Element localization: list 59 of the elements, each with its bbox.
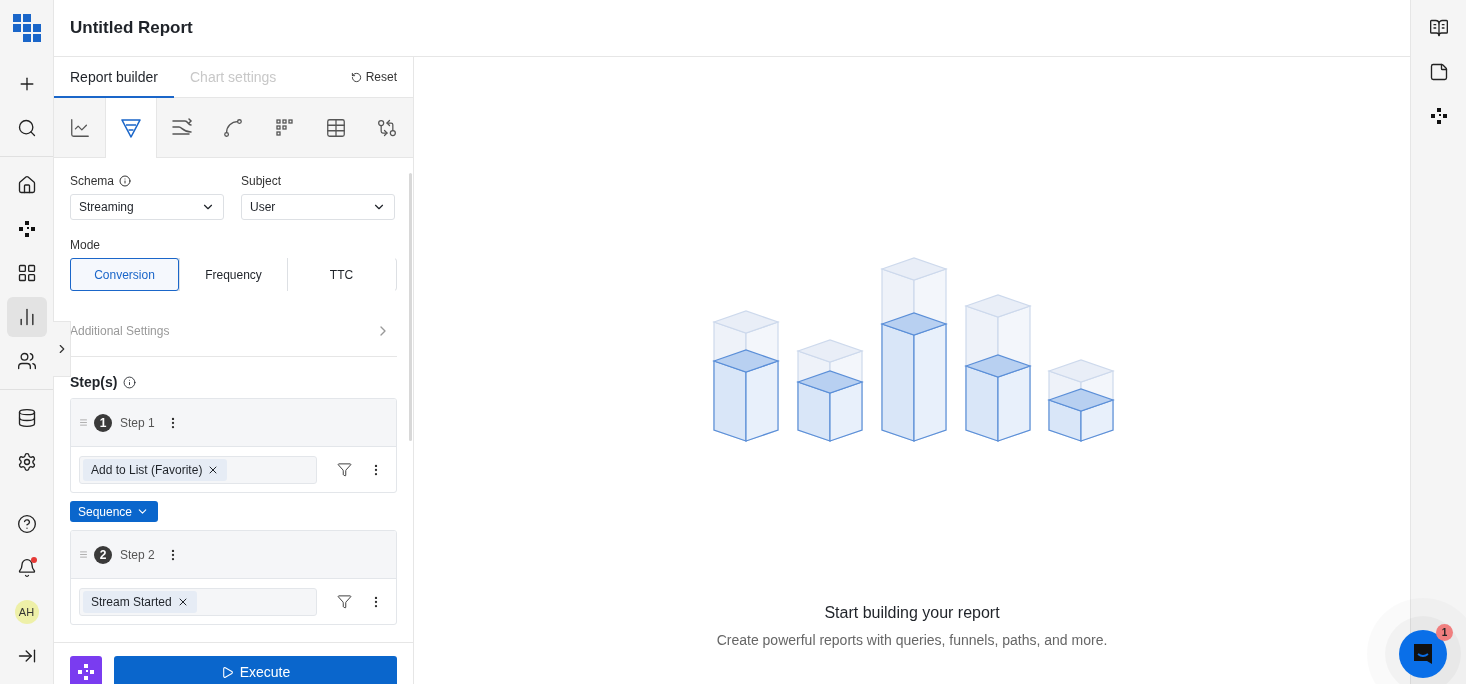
report-type-tab[interactable] — [105, 98, 157, 158]
grid-icon — [275, 118, 294, 137]
event-field[interactable]: Stream Started — [79, 587, 317, 616]
schema-dropdown[interactable]: Streaming — [70, 194, 224, 220]
event-field[interactable]: Add to List (Favorite) — [79, 455, 317, 484]
notification-badge: 1 — [1436, 624, 1453, 641]
dots-icon — [17, 220, 36, 238]
drag-handle-icon[interactable] — [79, 418, 88, 427]
empty-state-subtitle: Create powerful reports with queries, funnels, paths, and more. — [716, 632, 1108, 648]
table-icon — [325, 116, 348, 139]
info-icon — [123, 375, 137, 389]
reset-button[interactable]: Reset — [350, 57, 397, 97]
avatar: AH — [14, 600, 39, 624]
step-label: Step 1 — [120, 415, 155, 430]
event-label: Stream Started — [91, 594, 172, 609]
grid-icon — [16, 263, 37, 283]
alert-dot — [30, 557, 37, 563]
mode-option[interactable]: Frequency — [179, 258, 287, 291]
steps-title: Step(s) — [70, 374, 118, 390]
chat-icon — [1412, 642, 1434, 666]
field-label: Mode — [70, 238, 101, 252]
bell-icon — [16, 558, 37, 578]
sequence-dropdown[interactable]: Sequence — [70, 501, 158, 522]
line-chart-icon — [68, 116, 91, 139]
subject-dropdown[interactable]: User — [241, 194, 395, 220]
step-number: 1 — [94, 413, 112, 432]
step-label: Step 2 — [120, 547, 155, 562]
users-icon — [16, 351, 37, 371]
field-label: Subject — [241, 174, 282, 188]
chat-button[interactable] — [1399, 630, 1447, 678]
filter-icon — [337, 462, 353, 477]
execute-button[interactable]: Execute — [114, 656, 397, 684]
assistant-button[interactable] — [70, 656, 102, 684]
search-icon — [16, 118, 37, 138]
settings-icon — [16, 452, 37, 472]
field-label: Schema — [70, 174, 115, 188]
note-icon — [1428, 62, 1449, 82]
drag-handle-icon[interactable] — [79, 550, 88, 559]
dots-icon — [1429, 107, 1448, 125]
help-icon — [16, 514, 37, 534]
step-number: 2 — [94, 545, 112, 564]
report-title: Untitled Report — [70, 18, 193, 38]
mode-option[interactable]: TTC — [287, 258, 395, 291]
funnel-icon — [119, 117, 142, 139]
filter-icon — [337, 594, 353, 609]
mode-option[interactable]: Conversion — [70, 258, 179, 291]
info-icon — [119, 175, 132, 187]
compare-arrows-icon — [377, 117, 398, 138]
event-label: Add to List (Favorite) — [91, 462, 203, 477]
book-icon — [1428, 18, 1449, 38]
path-icon — [222, 116, 245, 139]
dots-icon — [77, 663, 95, 681]
database-icon — [16, 408, 37, 428]
logo-icon — [12, 14, 41, 42]
home-icon — [16, 175, 37, 195]
empty-state-title: Start building your report — [824, 604, 1000, 622]
play-icon — [220, 665, 234, 679]
account-button[interactable]: AH — [6, 592, 47, 632]
reset-icon — [350, 71, 362, 83]
